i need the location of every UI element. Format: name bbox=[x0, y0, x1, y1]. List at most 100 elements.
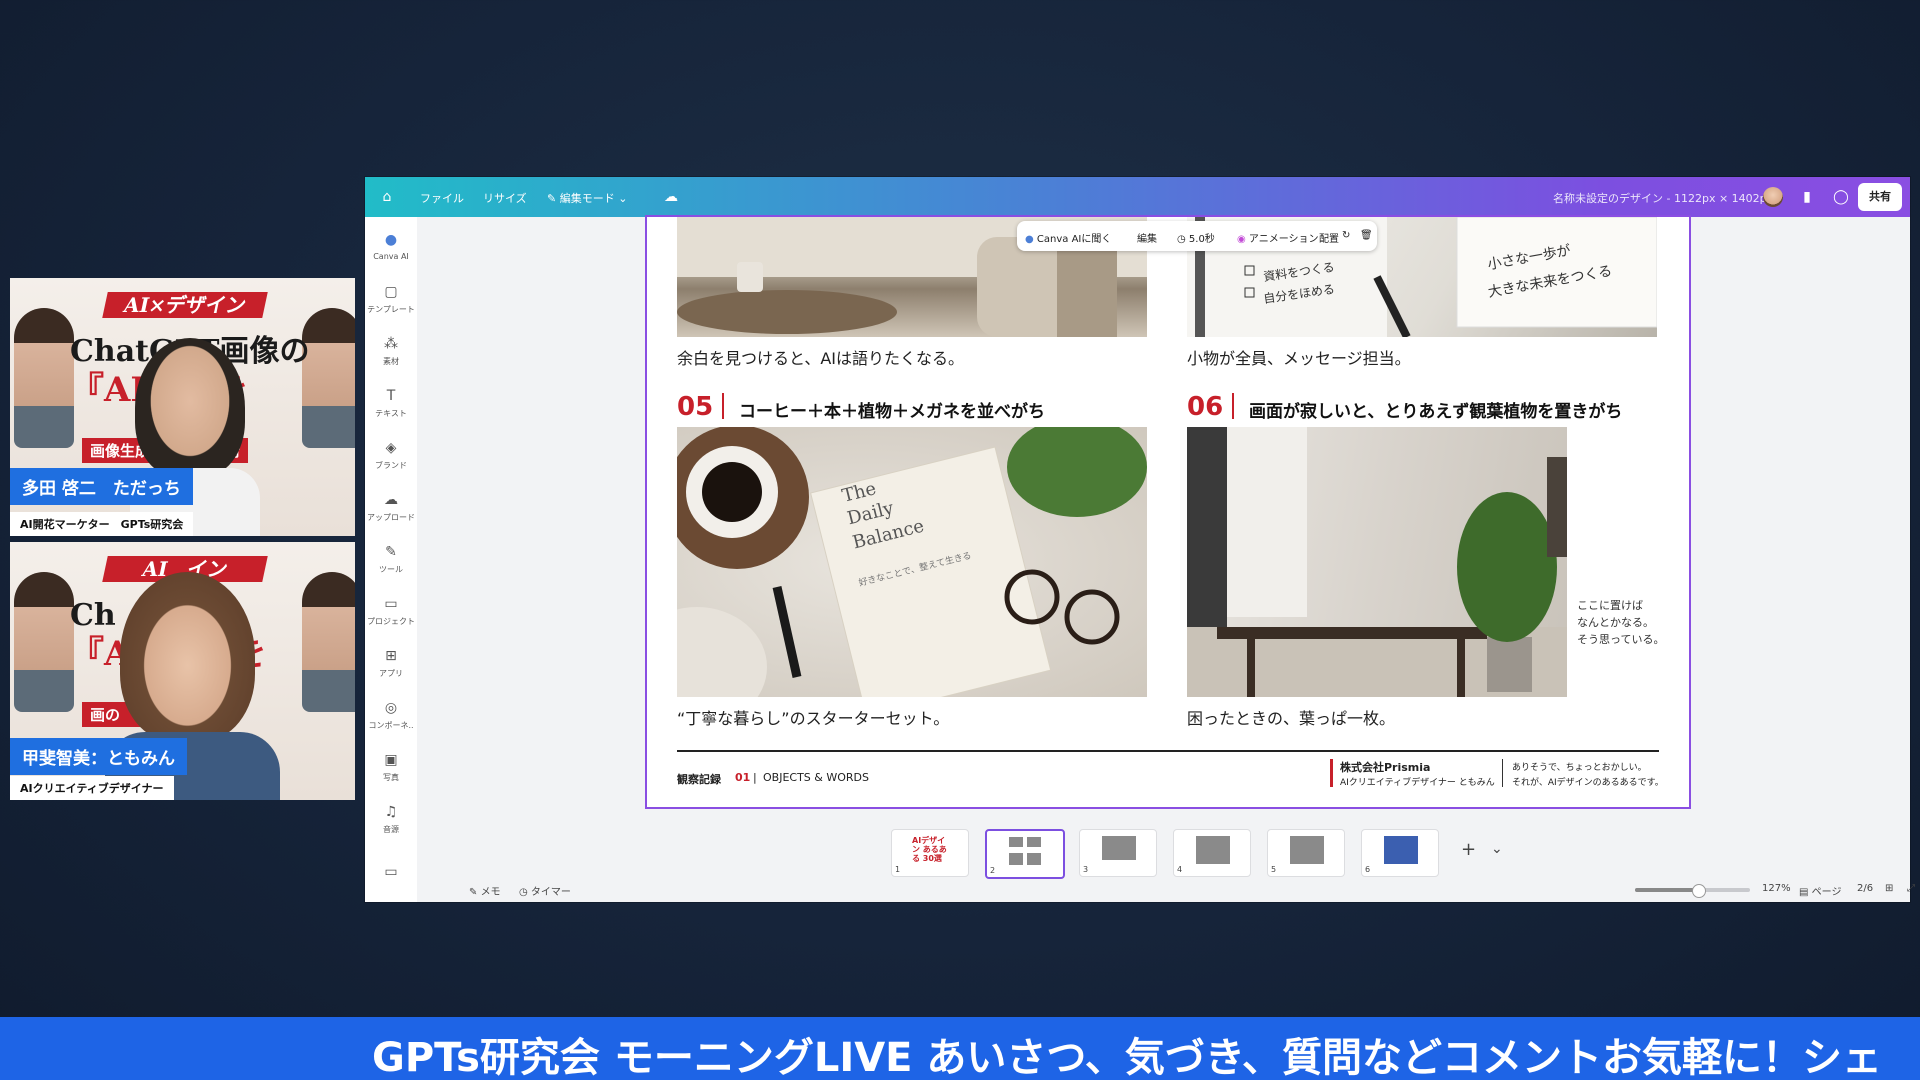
upload-icon: ☁ bbox=[384, 492, 398, 508]
sidebar-item-brand[interactable]: ◈ ブランド bbox=[365, 439, 417, 471]
notes-icon: ✎ bbox=[469, 887, 481, 898]
page-number: 1 bbox=[895, 865, 901, 874]
page-thumbnail-2[interactable]: 2 bbox=[985, 829, 1065, 879]
timer-button[interactable]: ◷ タイマー bbox=[519, 883, 571, 898]
thumbnail-face-left bbox=[14, 308, 74, 448]
sidebar-item-label: テンプレート bbox=[367, 305, 415, 314]
thumbnail-face-right bbox=[302, 308, 355, 448]
page-number: 2 bbox=[990, 866, 996, 875]
editor-topbar: ⌂ ファイル リサイズ ✎ 編集モード ⌄ ☁ 名称未設定のデザイン - 112… bbox=[365, 177, 1910, 217]
page-count[interactable]: 2/6 bbox=[1857, 883, 1873, 894]
footer-accent-bar bbox=[1330, 759, 1333, 787]
duration-button[interactable]: ◷ 5.0秒 bbox=[1177, 230, 1215, 245]
edit-button[interactable]: 編集 bbox=[1137, 230, 1157, 245]
sidebar-item-projects[interactable]: ▭ プロジェクト bbox=[365, 595, 417, 627]
tagline-line-2[interactable]: それが、AIデザインのあるあるです。 bbox=[1512, 775, 1664, 788]
sidebar-item-text[interactable]: T テキスト bbox=[365, 387, 417, 419]
notes-button[interactable]: ✎ メモ bbox=[469, 883, 501, 898]
pages-button[interactable]: ▤ ページ bbox=[1799, 883, 1841, 898]
design-title[interactable]: 名称未設定のデザイン - 1122px × 1402px bbox=[1553, 190, 1773, 206]
footer-label[interactable]: 観察記録 bbox=[677, 771, 721, 787]
page-thumbnail-1[interactable]: AIデザイン あるある 30選 1 bbox=[891, 829, 969, 877]
photo-coffee-book[interactable]: The Daily Balance 好きなことで、整えて生きる bbox=[677, 427, 1147, 697]
insights-icon[interactable]: ▮ bbox=[1797, 187, 1817, 207]
caption-a[interactable]: 余白を見つけると、AIは語りたくなる。 bbox=[677, 345, 964, 369]
fullscreen-icon[interactable]: ⤢ bbox=[1907, 883, 1915, 894]
comment-icon[interactable]: ◯ bbox=[1831, 187, 1851, 207]
zoom-level[interactable]: 127% bbox=[1762, 883, 1791, 894]
thumbnail-block bbox=[1290, 836, 1324, 864]
elements-icon: ⁂ bbox=[384, 336, 398, 352]
section-heading-05[interactable]: コーヒー＋本＋植物＋メガネを並べがち bbox=[739, 397, 1045, 422]
page-thumbnail-6[interactable]: 6 bbox=[1361, 829, 1439, 877]
edit-mode-dropdown[interactable]: ✎ 編集モード ⌄ bbox=[547, 190, 627, 206]
ask-canva-ai-button[interactable]: ● Canva AIに聞く bbox=[1025, 230, 1111, 245]
sidebar-item-canva-ai[interactable]: ● Canva AI bbox=[365, 231, 417, 261]
caption-d[interactable]: 困ったときの、葉っぱ一枚。 bbox=[1187, 705, 1395, 729]
participant-name: 甲斐智美：ともみん bbox=[10, 738, 187, 775]
page-number: 3 bbox=[1083, 865, 1089, 874]
add-page-icon[interactable]: + bbox=[1461, 839, 1476, 860]
page-thumbnail-5[interactable]: 5 bbox=[1267, 829, 1345, 877]
arrange-button[interactable]: 配置 bbox=[1319, 230, 1339, 245]
participant-role: AI開花マーケター GPTs研究会 bbox=[10, 512, 194, 536]
cloud-save-icon[interactable]: ☁ bbox=[661, 187, 681, 207]
chevron-down-icon[interactable]: ⌄ bbox=[1491, 841, 1503, 857]
thumbnail-block bbox=[1196, 836, 1230, 864]
page-number: 5 bbox=[1271, 865, 1277, 874]
sidebar-collapse-button[interactable]: ▭ bbox=[365, 863, 417, 881]
caption-c[interactable]: “丁寧な暮らし”のスターターセット。 bbox=[677, 705, 949, 729]
sidebar-item-audio[interactable]: ♫ 音源 bbox=[365, 803, 417, 835]
animation-button[interactable]: ◉ アニメーション bbox=[1237, 230, 1319, 245]
sidebar-item-tools[interactable]: ✎ ツール bbox=[365, 543, 417, 575]
sidebar-item-label: アップロード bbox=[367, 513, 415, 522]
resize-menu[interactable]: リサイズ bbox=[483, 190, 527, 206]
animation-label: アニメーション bbox=[1248, 234, 1319, 245]
sidebar-item-components[interactable]: ◎ コンポーネ.. bbox=[365, 699, 417, 731]
thumbnail-block bbox=[1102, 836, 1136, 860]
sidebar-item-label: コンポーネ.. bbox=[368, 721, 414, 730]
sidebar-item-apps[interactable]: ⊞ アプリ bbox=[365, 647, 417, 679]
footer-divider bbox=[1502, 759, 1503, 787]
page-thumbnail-4[interactable]: 4 bbox=[1173, 829, 1251, 877]
share-button[interactable]: 共有 bbox=[1858, 183, 1902, 211]
zoom-slider-handle[interactable] bbox=[1692, 884, 1707, 898]
page-thumbnail-3[interactable]: 3 bbox=[1079, 829, 1157, 877]
company-subtitle[interactable]: AIクリエイティブデザイナー ともみん bbox=[1340, 775, 1495, 788]
zoom-slider[interactable] bbox=[1635, 884, 1750, 898]
pencil-icon: ✎ bbox=[547, 192, 560, 205]
photos-icon: ▣ bbox=[384, 752, 398, 768]
caption-b[interactable]: 小物が全員、メッセージ担当。 bbox=[1187, 345, 1411, 369]
grid-view-icon[interactable]: ⊞ bbox=[1885, 883, 1893, 894]
side-note[interactable]: ここに置けば なんとかなる。 そう思っている。 bbox=[1577, 597, 1664, 648]
trash-icon[interactable]: 🗑 bbox=[1360, 230, 1373, 241]
timer-icon: ◷ bbox=[519, 887, 531, 898]
participant-video-1[interactable]: AI×デザイン ChatGPT画像の 『AI 』を 画像生成の ト改善術 多田 … bbox=[10, 278, 355, 536]
thumbnail-block bbox=[1027, 837, 1041, 847]
tagline-line-1[interactable]: ありそうで、ちょっとおかしい。 bbox=[1512, 760, 1647, 773]
sidebar-item-elements[interactable]: ⁂ 素材 bbox=[365, 335, 417, 367]
tools-icon: ✎ bbox=[385, 544, 397, 560]
section-number-05[interactable]: 05 bbox=[677, 392, 713, 422]
file-menu[interactable]: ファイル bbox=[420, 190, 464, 206]
sidebar-item-label: アプリ bbox=[379, 669, 403, 678]
footer-number[interactable]: 01 bbox=[735, 771, 750, 784]
user-avatar[interactable] bbox=[1763, 187, 1783, 207]
rotate-icon[interactable]: ↻ bbox=[1342, 230, 1350, 241]
sidebar-item-template[interactable]: ▢ テンプレート bbox=[365, 283, 417, 315]
sidebar-item-label: プロジェクト bbox=[367, 617, 415, 626]
plant-desk-illustration bbox=[1187, 427, 1567, 697]
participant-video-2[interactable]: AI イン Ch 像の 『A 』を 画の 改善術 甲斐智美：ともみん AIクリエ… bbox=[10, 542, 355, 800]
audio-icon: ♫ bbox=[384, 804, 398, 820]
footer-words[interactable]: OBJECTS & WORDS bbox=[763, 771, 869, 784]
sidebar-item-photos[interactable]: ▣ 写真 bbox=[365, 751, 417, 783]
side-note-line-3: そう思っている。 bbox=[1577, 633, 1665, 646]
section-heading-06[interactable]: 画面が寂しいと、とりあえず観葉植物を置きがち bbox=[1249, 397, 1622, 422]
sidebar-item-upload[interactable]: ☁ アップロード bbox=[365, 491, 417, 523]
section-number-06[interactable]: 06 bbox=[1187, 392, 1223, 422]
template-icon: ▢ bbox=[384, 284, 398, 300]
home-icon[interactable]: ⌂ bbox=[377, 187, 397, 207]
design-page[interactable]: 資料をつくる 自分をほめる 小さな一歩が 大きな未来をつくる 余白を見つけると、… bbox=[645, 215, 1691, 809]
company-name[interactable]: 株式会社Prismia bbox=[1340, 759, 1430, 775]
photo-plant-desk[interactable] bbox=[1187, 427, 1567, 697]
